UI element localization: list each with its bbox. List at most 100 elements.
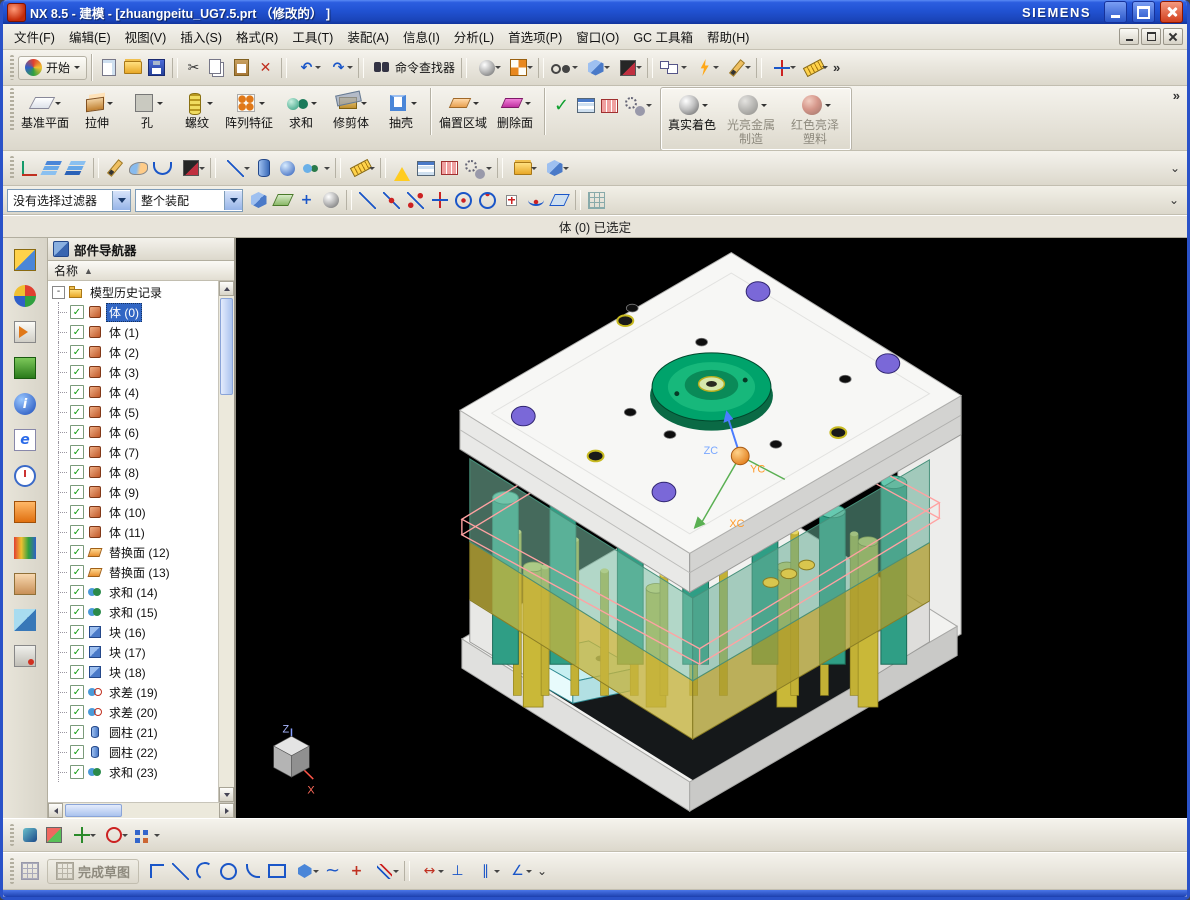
measure-distance-icon[interactable] bbox=[345, 157, 376, 180]
separator[interactable] bbox=[281, 57, 288, 78]
system-scenes-icon[interactable] bbox=[11, 606, 39, 634]
visibility-checkbox[interactable]: ✓ bbox=[70, 545, 84, 559]
menu-item[interactable]: 窗口(O) bbox=[569, 24, 626, 49]
datum-csys-icon[interactable] bbox=[18, 157, 41, 180]
chevron-down-icon[interactable] bbox=[311, 101, 318, 108]
finish-sketch-button[interactable]: 完成草图 bbox=[47, 858, 140, 884]
close-button[interactable] bbox=[1160, 1, 1183, 23]
studio-surface-icon[interactable] bbox=[127, 157, 150, 180]
touch-mode-icon[interactable] bbox=[11, 642, 39, 670]
manufacturing-wizard-icon[interactable] bbox=[11, 534, 39, 562]
geometric-constraint-icon[interactable]: ⊥ bbox=[446, 860, 469, 883]
chevron-down-icon[interactable] bbox=[157, 101, 164, 108]
sphere-tool-icon[interactable] bbox=[276, 157, 299, 180]
tree-item[interactable]: ✓ 体 (1) bbox=[48, 322, 218, 342]
through-curves-icon[interactable] bbox=[151, 157, 174, 180]
chevron-down-icon[interactable] bbox=[525, 101, 532, 108]
chevron-down-icon[interactable] bbox=[825, 103, 832, 110]
tree-root-node[interactable]: - 模型历史记录 bbox=[48, 282, 218, 302]
navigator-column-header[interactable]: 名称 ▲ bbox=[48, 261, 234, 281]
toolbar-more-button[interactable]: ⌄ bbox=[533, 864, 551, 878]
part-navigator-icon[interactable] bbox=[11, 318, 39, 346]
separator[interactable] bbox=[358, 57, 365, 78]
visibility-checkbox[interactable]: ✓ bbox=[70, 745, 84, 759]
new-file-icon[interactable] bbox=[97, 56, 120, 79]
trim-body-button[interactable]: 修剪体 bbox=[326, 88, 376, 132]
visibility-checkbox[interactable]: ✓ bbox=[70, 345, 84, 359]
tree-item[interactable]: ✓ 块 (16) bbox=[48, 622, 218, 642]
polygon-icon[interactable] bbox=[289, 860, 320, 883]
studio-spline-icon[interactable]: ~ bbox=[321, 860, 344, 883]
separator[interactable] bbox=[380, 158, 386, 178]
chevron-down-icon[interactable] bbox=[361, 101, 368, 108]
redo-icon[interactable]: ↷ bbox=[323, 56, 354, 79]
chevron-down-icon[interactable] bbox=[55, 101, 61, 108]
visibility-checkbox[interactable]: ✓ bbox=[70, 765, 84, 779]
synchronous-modeling-icon[interactable] bbox=[689, 56, 720, 79]
unite-button[interactable]: 求和 bbox=[276, 88, 326, 132]
visibility-checkbox[interactable]: ✓ bbox=[70, 625, 84, 639]
horizontal-scrollbar[interactable] bbox=[48, 802, 234, 818]
command-finder[interactable]: 命令查找器 bbox=[367, 56, 458, 79]
visibility-checkbox[interactable]: ✓ bbox=[70, 305, 84, 319]
menu-item[interactable]: 装配(A) bbox=[340, 24, 396, 49]
chevron-down-icon[interactable] bbox=[107, 101, 114, 108]
shiny-metal-button[interactable]: 光亮金属制造 bbox=[719, 90, 783, 148]
sort-ascending-icon[interactable]: ▲ bbox=[84, 266, 93, 276]
scrollbar-thumb[interactable] bbox=[220, 298, 233, 395]
snap-midpoint-icon[interactable] bbox=[380, 189, 403, 212]
check-mark-icon[interactable]: ✓ bbox=[550, 94, 573, 117]
hole-button[interactable]: 孔 bbox=[122, 88, 172, 132]
sketch-grid-icon[interactable] bbox=[18, 860, 41, 883]
scroll-down-button[interactable] bbox=[219, 787, 234, 802]
save-icon[interactable] bbox=[145, 56, 168, 79]
reuse-library-icon[interactable] bbox=[11, 354, 39, 382]
hd3d-tools-icon[interactable]: i bbox=[11, 390, 39, 418]
expressions-table-icon[interactable] bbox=[574, 94, 597, 117]
tree-item[interactable]: ✓ 圆柱 (22) bbox=[48, 742, 218, 762]
snap-arc-center-icon[interactable] bbox=[452, 189, 475, 212]
menu-item[interactable]: GC 工具箱 bbox=[626, 24, 700, 49]
line-icon[interactable] bbox=[169, 860, 192, 883]
undo-icon[interactable]: ↶ bbox=[291, 56, 322, 79]
tree-item[interactable]: ✓ 块 (18) bbox=[48, 662, 218, 682]
graphics-viewport[interactable]: ZC YC XC Z X bbox=[236, 238, 1187, 818]
sequence-icon[interactable] bbox=[507, 157, 538, 180]
menu-item[interactable]: 首选项(P) bbox=[501, 24, 569, 49]
visible-in-view-icon[interactable] bbox=[66, 157, 89, 180]
toolbar-grip[interactable] bbox=[10, 156, 14, 180]
mdi-restore-button[interactable] bbox=[1141, 28, 1161, 45]
expressions-icon[interactable] bbox=[414, 157, 437, 180]
toolbar-more-button[interactable]: ⌄ bbox=[1166, 161, 1184, 175]
separator[interactable] bbox=[346, 190, 352, 210]
stop-at-intersection-icon[interactable]: + bbox=[295, 189, 318, 212]
visibility-checkbox[interactable]: ✓ bbox=[70, 525, 84, 539]
snap-endpoint-icon[interactable] bbox=[356, 189, 379, 212]
visibility-checkbox[interactable]: ✓ bbox=[70, 585, 84, 599]
menu-item[interactable]: 工具(T) bbox=[285, 24, 340, 49]
separator[interactable] bbox=[404, 861, 411, 881]
mold-assembly-model[interactable]: ZC YC XC Z X bbox=[236, 238, 1187, 818]
tree-item[interactable]: ✓ 体 (0) bbox=[48, 302, 218, 322]
snap-point-on-curve-icon[interactable] bbox=[524, 189, 547, 212]
menu-item[interactable]: 帮助(H) bbox=[700, 24, 756, 49]
locating-ring[interactable] bbox=[650, 352, 773, 431]
tree-item[interactable]: ✓ 体 (9) bbox=[48, 482, 218, 502]
visibility-checkbox[interactable]: ✓ bbox=[70, 465, 84, 479]
visibility-checkbox[interactable]: ✓ bbox=[70, 445, 84, 459]
visibility-checkbox[interactable]: ✓ bbox=[70, 425, 84, 439]
snap-point-on-face-icon[interactable] bbox=[548, 189, 571, 212]
arc-icon[interactable] bbox=[193, 860, 216, 883]
toolbar-more-button[interactable]: ⌄ bbox=[1165, 193, 1183, 207]
start-button[interactable]: 开始 bbox=[18, 55, 88, 80]
offset-curve-icon[interactable] bbox=[369, 860, 400, 883]
snap-grid-icon[interactable] bbox=[585, 189, 608, 212]
scroll-right-button[interactable] bbox=[219, 803, 234, 818]
sketch-icon[interactable] bbox=[721, 56, 752, 79]
menu-item[interactable]: 编辑(E) bbox=[62, 24, 118, 49]
visibility-checkbox[interactable]: ✓ bbox=[70, 565, 84, 579]
tree-item[interactable]: ✓ 求差 (20) bbox=[48, 702, 218, 722]
delete-face-button[interactable]: 删除面 bbox=[490, 88, 540, 132]
minimize-button[interactable] bbox=[1104, 1, 1127, 23]
window-layout-icon[interactable] bbox=[657, 56, 688, 79]
